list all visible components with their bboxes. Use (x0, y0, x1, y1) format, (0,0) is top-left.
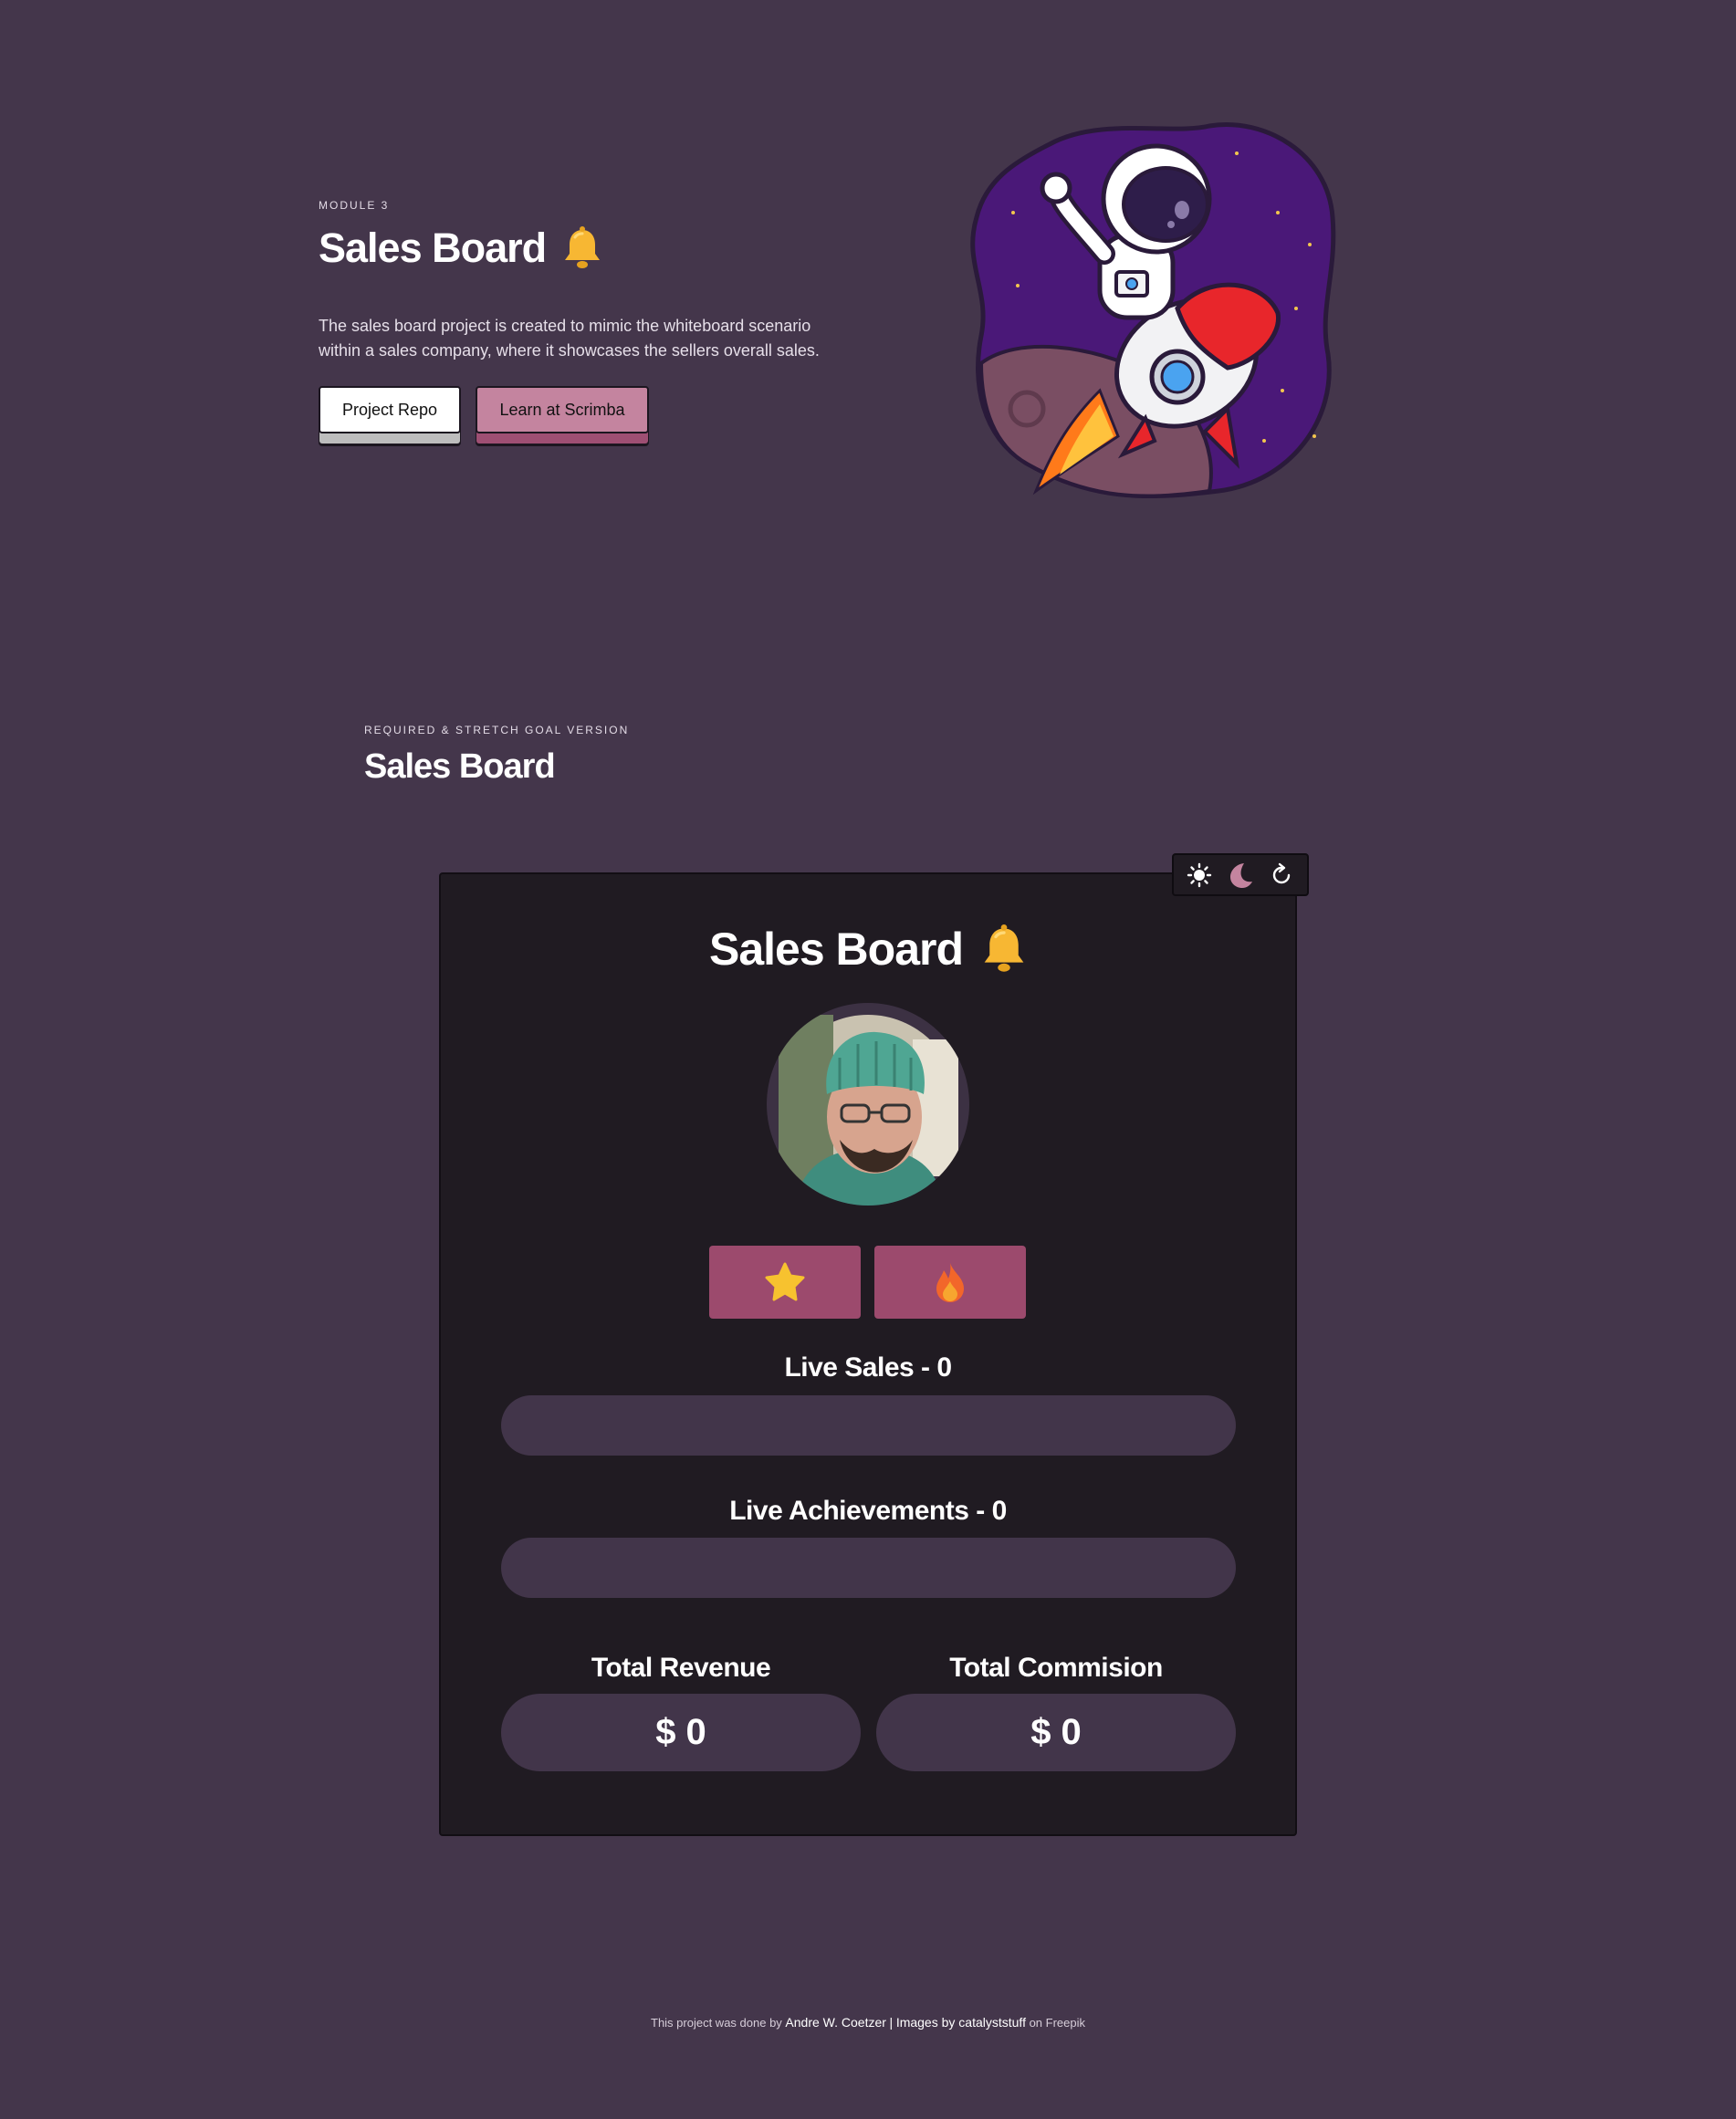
bell-icon (984, 924, 1024, 972)
footer-prefix: This project was done by (651, 2016, 782, 2030)
hero-title-text: Sales Board (319, 224, 547, 271)
seller-avatar (767, 1003, 969, 1206)
total-commission-label: Total Commision (949, 1653, 1163, 1683)
author-link[interactable]: Andre W. Coetzer (785, 2015, 886, 2030)
total-revenue-label: Total Revenue (591, 1653, 771, 1683)
board-title: Sales Board (439, 920, 1297, 978)
hero-title: Sales Board (319, 223, 602, 274)
star-icon (765, 1262, 805, 1301)
astronaut-rocket-illustration (970, 122, 1336, 499)
footer: This project was done by Andre W. Coetze… (0, 2015, 1736, 2030)
hero-eyebrow: MODULE 3 (319, 199, 390, 212)
learn-at-scrimba-button[interactable]: Learn at Scrimba (476, 386, 649, 433)
total-commission-value: $ 0 (876, 1694, 1236, 1771)
reset-button[interactable] (1266, 860, 1297, 891)
fire-icon (936, 1263, 964, 1302)
live-sales-display (501, 1395, 1236, 1456)
live-sales-label: Live Sales - 0 (784, 1352, 952, 1383)
footer-suffix: on Freepik (1029, 2016, 1085, 2030)
section-eyebrow: REQUIRED & STRETCH GOAL VERSION (364, 724, 630, 736)
refresh-icon (1272, 862, 1290, 883)
theme-toolbar (1172, 853, 1309, 896)
total-revenue-value: $ 0 (501, 1694, 861, 1771)
light-mode-button[interactable] (1184, 860, 1215, 891)
sun-icon (1187, 862, 1212, 887)
board-title-text: Sales Board (708, 924, 964, 975)
section-title: Sales Board (364, 747, 556, 786)
product-star-button[interactable] (709, 1246, 861, 1319)
dark-mode-button[interactable] (1225, 860, 1256, 891)
images-credit-link[interactable]: Images by catalyststuff (896, 2015, 1026, 2030)
live-achievements-display (501, 1538, 1236, 1598)
live-achievements-label: Live Achievements - 0 (729, 1496, 1007, 1526)
footer-separator: | (889, 2015, 894, 2030)
avatar-photo (779, 1015, 958, 1206)
project-repo-button[interactable]: Project Repo (319, 386, 461, 433)
hero-description: The sales board project is created to mi… (319, 317, 820, 360)
moon-icon (1229, 862, 1252, 888)
product-fire-button[interactable] (874, 1246, 1026, 1319)
bell-icon (565, 226, 601, 268)
